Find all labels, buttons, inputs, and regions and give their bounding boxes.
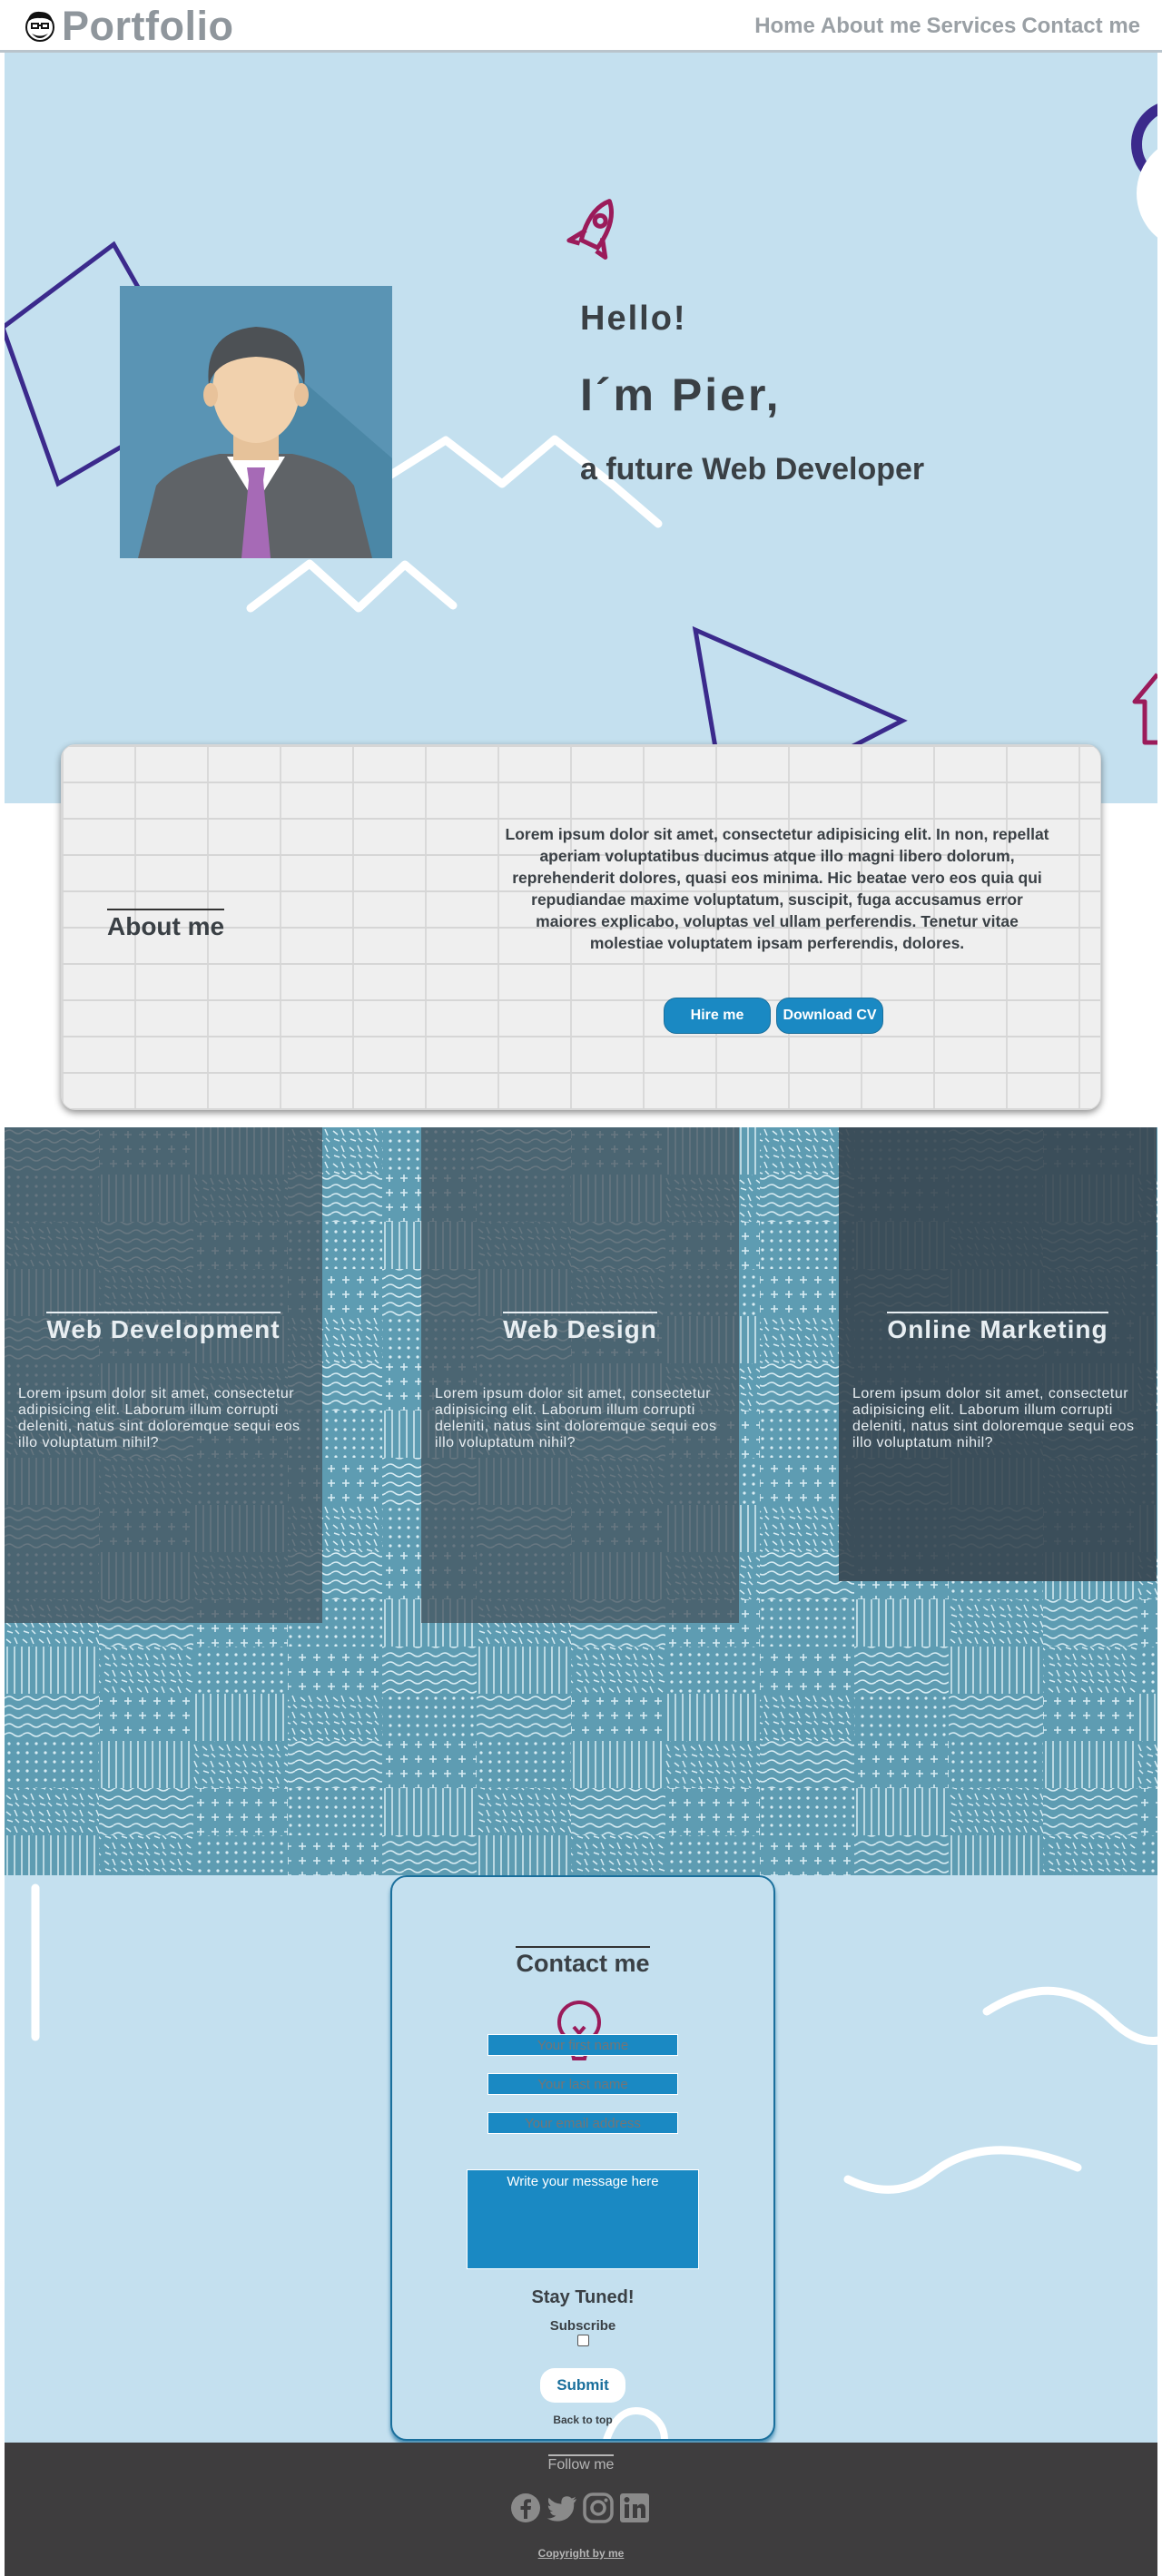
logo-text: Portfolio xyxy=(62,3,234,49)
logo[interactable]: Portfolio xyxy=(24,4,233,49)
about-text: Lorem ipsum dolor sit amet, consectetur … xyxy=(505,825,1049,952)
contact-section: Contact me Write your message here Stay … xyxy=(5,1875,1157,2443)
subscribe-label: Subscribe xyxy=(549,2318,616,2334)
contact-card: Contact me Write your message here Stay … xyxy=(390,1875,775,2441)
site-header: Portfolio Home About me Services Contact… xyxy=(0,0,1162,53)
rocket-icon xyxy=(566,199,615,260)
main-nav: Home About me Services Contact me xyxy=(754,13,1140,40)
nav-services[interactable]: Services xyxy=(927,13,1017,40)
service-title: Online Marketing xyxy=(887,1312,1108,1343)
copyright-link[interactable]: Copyright by me xyxy=(5,2547,1157,2560)
nav-home[interactable]: Home xyxy=(754,13,815,40)
site-footer: Follow me Copyright by me xyxy=(5,2443,1157,2576)
service-card-web-design: Web Design Lorem ipsum dolor sit amet, c… xyxy=(421,1127,739,1623)
facebook-icon[interactable] xyxy=(509,2492,542,2524)
submit-button[interactable]: Submit xyxy=(540,2368,625,2403)
back-to-top-link[interactable]: Back to top xyxy=(392,2414,773,2426)
hero-section: Hello! I´m Pier, a future Web Developer xyxy=(5,53,1157,803)
first-name-field[interactable] xyxy=(487,2034,678,2056)
email-field[interactable] xyxy=(487,2112,678,2134)
service-card-web-development: Web Development Lorem ipsum dolor sit am… xyxy=(5,1127,322,1623)
zigzag-lower xyxy=(246,559,458,613)
hire-me-button[interactable]: Hire me xyxy=(664,998,771,1034)
service-description: Lorem ipsum dolor sit amet, consectetur … xyxy=(18,1386,300,1450)
hero-name: I´m Pier, xyxy=(580,369,782,420)
service-title: Web Design xyxy=(503,1312,657,1343)
about-title: About me xyxy=(107,909,225,941)
avatar-image xyxy=(120,286,392,558)
service-title: Web Development xyxy=(46,1312,281,1343)
wave-shape-mid xyxy=(843,2146,1082,2194)
social-links xyxy=(509,2492,651,2524)
instagram-icon[interactable] xyxy=(582,2492,615,2524)
hero-greeting: Hello! xyxy=(580,300,687,338)
services-section: Web Development Lorem ipsum dolor sit am… xyxy=(5,1127,1157,1875)
twitter-icon[interactable] xyxy=(546,2492,578,2524)
service-description: Lorem ipsum dolor sit amet, consectetur … xyxy=(435,1386,717,1450)
arrow-shape xyxy=(1132,673,1157,745)
subscribe-checkbox[interactable] xyxy=(577,2335,589,2346)
hero-role: a future Web Developer xyxy=(580,452,925,487)
about-buttons: Hire me Download CV xyxy=(664,998,883,1034)
linkedin-icon[interactable] xyxy=(618,2492,651,2524)
nav-contact-me[interactable]: Contact me xyxy=(1021,13,1140,40)
nav-about-me[interactable]: About me xyxy=(821,13,921,40)
service-card-online-marketing: Online Marketing Lorem ipsum dolor sit a… xyxy=(839,1127,1157,1581)
stay-tuned-heading: Stay Tuned! xyxy=(531,2287,635,2307)
face-logo-icon xyxy=(25,11,54,42)
download-cv-button[interactable]: Download CV xyxy=(776,998,883,1034)
about-card: About me Lorem ipsum dolor sit amet, con… xyxy=(61,744,1101,1110)
service-description: Lorem ipsum dolor sit amet, consectetur … xyxy=(852,1386,1135,1450)
message-textarea[interactable]: Write your message here xyxy=(467,2169,699,2269)
last-name-field[interactable] xyxy=(487,2073,678,2095)
follow-me-label: Follow me xyxy=(547,2454,615,2473)
wave-shape-right xyxy=(982,1986,1157,2045)
contact-title: Contact me xyxy=(516,1946,650,1977)
